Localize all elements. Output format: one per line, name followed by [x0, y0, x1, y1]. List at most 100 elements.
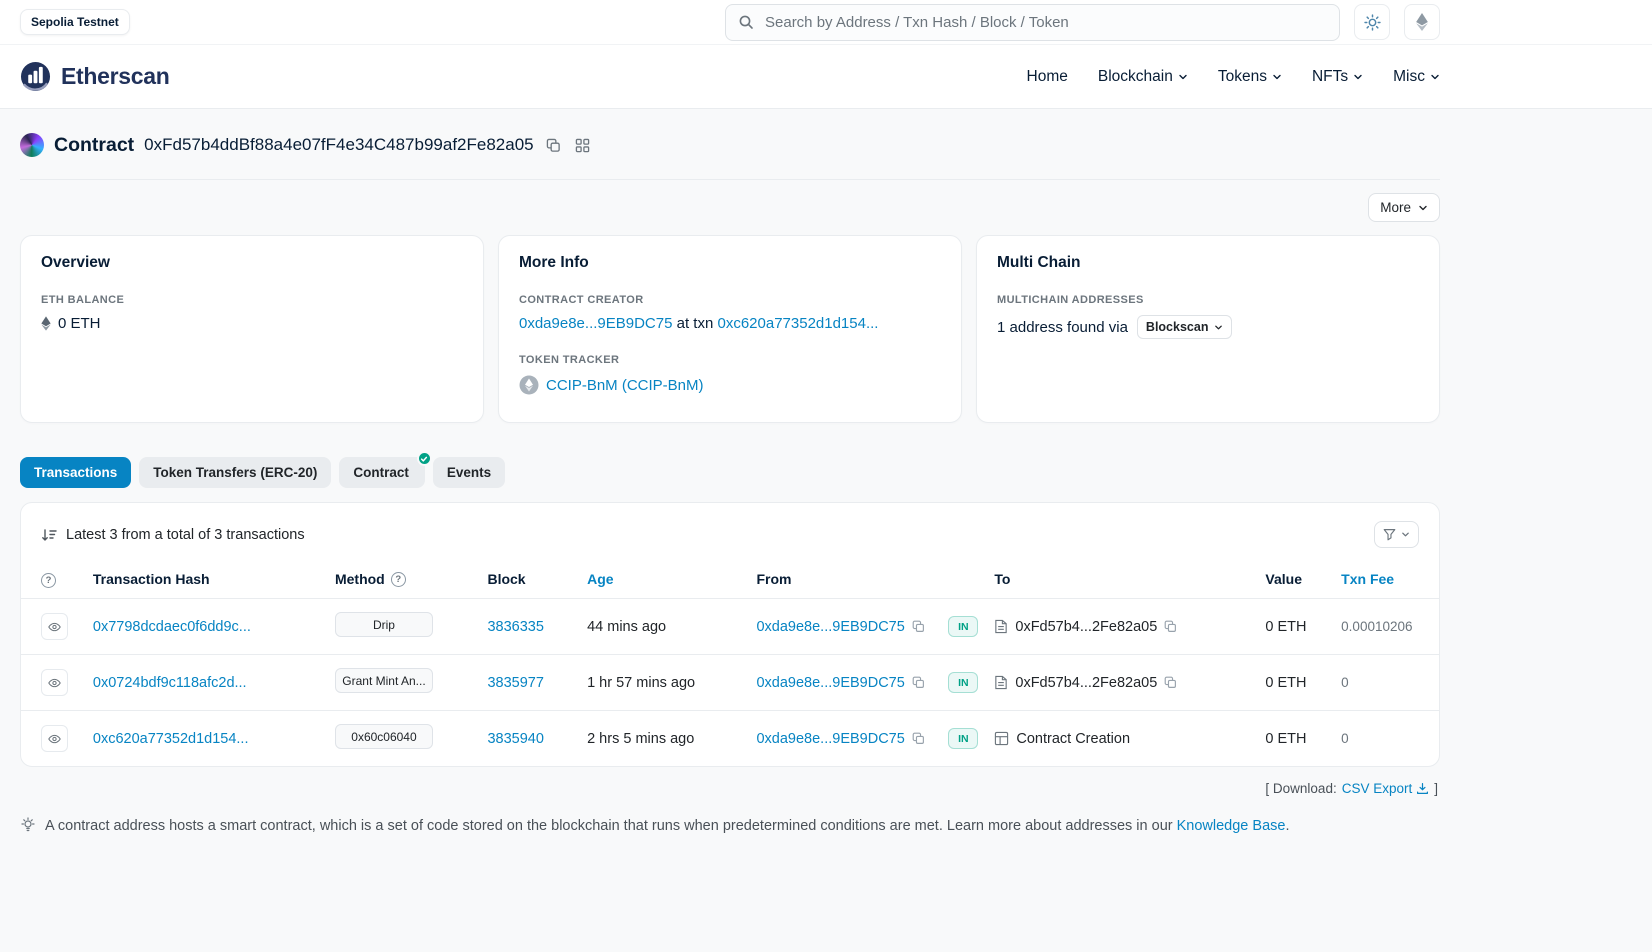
txn-hash-link[interactable]: 0xc620a77352d1d154...: [93, 731, 249, 747]
contract-file-icon: [994, 619, 1008, 634]
copy-address-button[interactable]: [544, 136, 563, 155]
column-header-txn-fee[interactable]: Txn Fee: [1333, 560, 1439, 599]
preview-txn-button[interactable]: [41, 725, 68, 752]
column-header-age[interactable]: Age: [579, 560, 748, 599]
overview-card: Overview ETH BALANCE 0 ETH: [20, 235, 484, 423]
preview-txn-button[interactable]: [41, 669, 68, 696]
csv-export-label: CSV Export: [1342, 781, 1413, 796]
note-text: A contract address hosts a smart contrac…: [45, 818, 1173, 834]
txn-value: 0 ETH: [1265, 619, 1306, 635]
to-address: 0xFd57b4...2Fe82a05: [1015, 675, 1157, 691]
search-box[interactable]: [725, 4, 1340, 41]
nav-label: Tokens: [1218, 68, 1267, 86]
from-address-link[interactable]: 0xda9e8e...9EB9DC75: [756, 731, 904, 747]
tab-events[interactable]: Events: [433, 457, 505, 488]
multichain-addresses-label: MULTICHAIN ADDRESSES: [997, 294, 1419, 306]
from-address-link[interactable]: 0xda9e8e...9EB9DC75: [756, 619, 904, 635]
network-switch-button[interactable]: [1404, 4, 1440, 40]
age-value: 1 hr 57 mins ago: [587, 675, 695, 691]
copy-from-address-button[interactable]: [912, 732, 925, 745]
copy-icon: [912, 732, 925, 745]
download-row: [ Download: CSV Export ]: [22, 781, 1438, 796]
provider-label: Blockscan: [1146, 320, 1209, 334]
chevron-down-icon: [1178, 72, 1188, 82]
help-icon[interactable]: ?: [391, 572, 406, 587]
check-icon: [420, 455, 428, 463]
copy-to-address-button[interactable]: [1164, 620, 1177, 633]
creator-address-link[interactable]: 0xda9e8e...9EB9DC75: [519, 315, 672, 332]
chevron-down-icon: [1418, 203, 1428, 213]
copy-to-address-button[interactable]: [1164, 676, 1177, 689]
card-title: Overview: [41, 254, 463, 272]
tab-transactions[interactable]: Transactions: [20, 457, 131, 488]
qr-code-button[interactable]: [573, 136, 592, 155]
eth-diamond-icon: [41, 316, 51, 331]
table-row: 0xc620a77352d1d154... 0x60c06040 3835940…: [21, 711, 1439, 767]
download-icon: [1416, 782, 1429, 795]
sort-icon: [41, 527, 57, 543]
direction-badge: IN: [948, 672, 978, 693]
card-title: More Info: [519, 254, 941, 272]
tab-token-transfers[interactable]: Token Transfers (ERC-20): [139, 457, 331, 488]
nav-item-tokens[interactable]: Tokens: [1218, 68, 1282, 86]
tab-contract[interactable]: Contract: [339, 457, 425, 488]
chevron-down-icon: [1272, 72, 1282, 82]
column-header-transaction-hash: Transaction Hash: [85, 560, 327, 599]
block-link[interactable]: 3835940: [487, 731, 543, 747]
txn-hash-link[interactable]: 0x0724bdf9c118afc2d...: [93, 675, 247, 691]
blockscan-dropdown-button[interactable]: Blockscan: [1137, 315, 1233, 339]
knowledge-base-link[interactable]: Knowledge Base: [1177, 818, 1286, 834]
method-chip[interactable]: Drip: [335, 612, 433, 637]
theme-toggle-button[interactable]: [1354, 4, 1390, 40]
transactions-summary: Latest 3 from a total of 3 transactions: [66, 527, 305, 543]
nav-item-blockchain[interactable]: Blockchain: [1098, 68, 1188, 86]
method-header-label: Method: [335, 571, 385, 587]
qr-code-icon: [575, 138, 590, 153]
more-label: More: [1380, 200, 1411, 215]
method-chip[interactable]: 0x60c06040: [335, 724, 433, 749]
funnel-icon: [1383, 528, 1396, 541]
column-header-method: Method ?: [327, 560, 479, 599]
copy-icon: [1164, 676, 1177, 689]
column-header-to: To: [986, 560, 1257, 599]
main-content: Contract 0xFd57b4ddBf88a4e07fF4e34C487b9…: [20, 109, 1440, 839]
eye-icon: [48, 732, 61, 746]
token-tracker-label: TOKEN TRACKER: [519, 354, 941, 366]
creation-txn-link[interactable]: 0xc620a77352d1d154...: [717, 315, 878, 332]
nav-item-misc[interactable]: Misc: [1393, 68, 1440, 86]
search-input[interactable]: [763, 13, 1327, 32]
copy-from-address-button[interactable]: [912, 620, 925, 633]
nav-item-nfts[interactable]: NFTs: [1312, 68, 1363, 86]
at-txn-text: at txn: [677, 315, 714, 332]
etherscan-logo[interactable]: Etherscan: [20, 61, 170, 92]
copy-from-address-button[interactable]: [912, 676, 925, 689]
multichain-found-text: 1 address found via: [997, 319, 1128, 336]
title-divider: [20, 179, 1440, 180]
method-chip[interactable]: Grant Mint An...: [335, 668, 433, 693]
block-link[interactable]: 3835977: [487, 675, 543, 691]
tab-label: Contract: [353, 465, 409, 480]
block-link[interactable]: 3836335: [487, 619, 543, 635]
help-icon[interactable]: ?: [41, 573, 56, 588]
from-address-link[interactable]: 0xda9e8e...9EB9DC75: [756, 675, 904, 691]
network-badge[interactable]: Sepolia Testnet: [20, 9, 130, 35]
etherscan-logo-icon: [20, 61, 51, 92]
address-title-row: Contract 0xFd57b4ddBf88a4e07fF4e34C487b9…: [20, 109, 1440, 157]
txn-value: 0 ETH: [1265, 731, 1306, 747]
to-address: 0xFd57b4...2Fe82a05: [1015, 619, 1157, 635]
preview-txn-button[interactable]: [41, 613, 68, 640]
chevron-down-icon: [1353, 72, 1363, 82]
nav-label: Blockchain: [1098, 68, 1173, 86]
csv-export-link[interactable]: CSV Export: [1342, 781, 1430, 796]
txn-fee: 0: [1341, 675, 1349, 690]
contract-file-icon: [994, 675, 1008, 690]
search-icon: [738, 14, 754, 30]
filter-button[interactable]: [1374, 521, 1419, 548]
txn-fee: 0.00010206: [1341, 619, 1412, 634]
more-dropdown-button[interactable]: More: [1368, 193, 1440, 222]
token-logo-icon: [519, 375, 539, 395]
txn-hash-link[interactable]: 0x7798dcdaec0f6dd9c...: [93, 619, 251, 635]
nav-item-home[interactable]: Home: [1027, 68, 1068, 86]
topbar: Sepolia Testnet: [20, 0, 1440, 44]
token-tracker-link[interactable]: CCIP-BnM (CCIP-BnM): [546, 377, 704, 394]
